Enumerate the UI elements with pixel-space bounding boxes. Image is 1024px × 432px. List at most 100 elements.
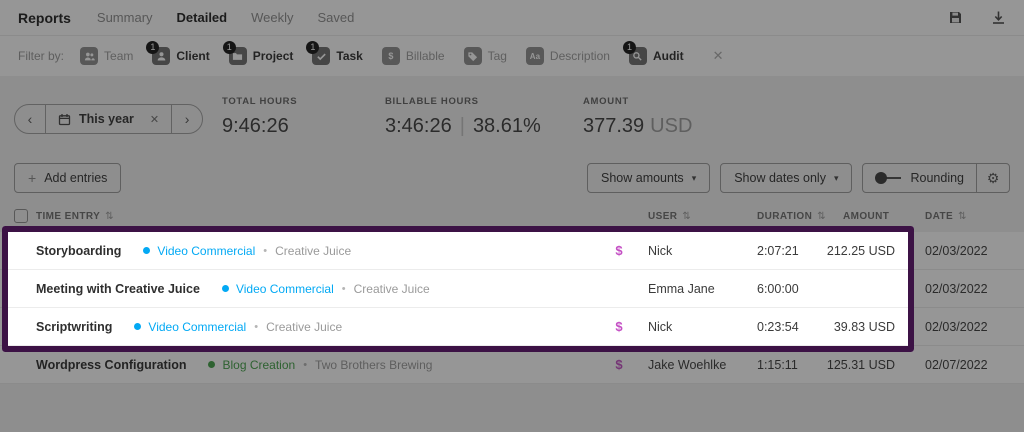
header-duration[interactable]: DURATION ⇅: [757, 202, 826, 232]
amount-label: AMOUNT: [583, 96, 629, 107]
download-icon[interactable]: [991, 10, 1006, 25]
billable-hours-time: 3:46:26: [385, 115, 452, 137]
tab-saved[interactable]: Saved: [318, 10, 355, 25]
filter-chip-label: Tag: [487, 49, 507, 63]
table-row[interactable]: Storyboarding Video Commercial • Creativ…: [0, 232, 1024, 270]
rounding-label: Rounding: [910, 171, 964, 185]
date-cell[interactable]: 02/03/2022: [925, 308, 988, 345]
rounding-control: Rounding ⚙: [862, 163, 1010, 193]
amount-number: 377.39: [583, 115, 645, 137]
amount-stat: AMOUNT 377.39 USD: [583, 96, 692, 138]
table-toolbar: + Add entries Show amounts ▾ Show dates …: [14, 163, 1010, 195]
header-amount-label: AMOUNT: [843, 211, 890, 222]
next-period-button[interactable]: ›: [172, 105, 202, 133]
select-all-checkbox[interactable]: [14, 209, 28, 223]
tab-weekly[interactable]: Weekly: [251, 10, 293, 25]
filter-count-badge: 1: [222, 41, 236, 54]
client-name: Creative Juice: [353, 281, 430, 296]
date-range-button[interactable]: This year ✕: [45, 105, 173, 133]
show-dates-label: Show dates only: [734, 171, 826, 185]
bullet-separator: •: [254, 320, 259, 333]
time-entry-cell: Wordpress Configuration Blog Creation • …: [36, 346, 432, 383]
page-title: Reports: [18, 9, 71, 26]
filter-chip-client[interactable]: 1 Client: [146, 41, 210, 65]
filter-by-label: Filter by:: [18, 49, 65, 63]
filter-chip-label: Task: [336, 49, 363, 63]
billable-indicator[interactable]: $: [608, 232, 630, 269]
project-color-dot: [143, 247, 151, 254]
total-hours-stat: TOTAL HOURS 9:46:26: [222, 96, 297, 138]
save-report-icon[interactable]: [948, 10, 963, 25]
filter-chip-label: Billable: [405, 49, 445, 63]
amount-currency: USD: [650, 115, 693, 137]
team-icon: [80, 47, 99, 65]
table-header: TIME ENTRY ⇅ USER ⇅ DURATION ⇅ AMOUNT DATE ⇅: [0, 202, 1024, 232]
rounding-toggle[interactable]: Rounding: [863, 164, 976, 192]
sort-icon: ⇅: [682, 211, 692, 222]
project-name: Blog Creation: [222, 357, 296, 372]
previous-period-button[interactable]: ‹: [15, 105, 45, 133]
project-name: Video Commercial: [148, 319, 247, 334]
table-row[interactable]: Wordpress Configuration Blog Creation • …: [0, 346, 1024, 384]
show-amounts-label: Show amounts: [601, 171, 684, 185]
filter-chip-tag[interactable]: Tag: [463, 47, 507, 65]
entry-name: Meeting with Creative Juice: [36, 281, 200, 296]
date-cell[interactable]: 02/03/2022: [925, 270, 988, 307]
date-range-picker: ‹ This year ✕ ›: [14, 104, 204, 134]
time-entry-table: Storyboarding Video Commercial • Creativ…: [0, 232, 1024, 384]
amount-cell: 212.25 USD: [826, 243, 895, 258]
entry-name: Scriptwriting: [36, 319, 113, 334]
show-amounts-dropdown[interactable]: Show amounts ▾: [587, 163, 711, 193]
filter-chip-task[interactable]: 1 Task: [306, 41, 363, 65]
user-cell: Nick: [648, 243, 673, 258]
project-color-dot: [134, 323, 142, 330]
summary-strip: ‹ This year ✕ › TOTAL HOURS 9:46:26 BILL…: [14, 96, 1010, 154]
date-range-label: This year: [79, 112, 134, 126]
table-row[interactable]: Meeting with Creative Juice Video Commer…: [0, 270, 1024, 308]
billable-indicator[interactable]: $: [608, 346, 630, 383]
client-name: Creative Juice: [266, 319, 343, 334]
header-user[interactable]: USER ⇅: [648, 202, 691, 232]
header-time-entry[interactable]: TIME ENTRY ⇅: [36, 202, 114, 232]
entry-name: Wordpress Configuration: [36, 357, 187, 372]
filter-chip-audit[interactable]: 1 Audit: [622, 41, 684, 65]
gear-icon: ⚙: [986, 169, 1000, 186]
top-nav: Reports Summary Detailed Weekly Saved: [0, 0, 1024, 36]
billable-indicator[interactable]: $: [608, 308, 630, 345]
filter-chip-project[interactable]: 1 Project: [222, 41, 293, 65]
amount-cell: [790, 270, 895, 307]
total-hours-value: 9:46:26: [222, 115, 289, 137]
reports-page: Reports Summary Detailed Weekly Saved Fi…: [0, 0, 1024, 432]
date-cell[interactable]: 02/03/2022: [925, 232, 988, 269]
billable-hours-stat: BILLABLE HOURS 3:46:26 | 38.61%: [385, 96, 541, 138]
project-color-dot: [208, 361, 216, 368]
filter-chip-team[interactable]: Team: [80, 47, 133, 65]
rounding-settings-button[interactable]: ⚙: [976, 164, 1009, 192]
clear-date-range-icon[interactable]: ✕: [150, 113, 159, 126]
project-tag[interactable]: Blog Creation: [208, 358, 295, 372]
filter-chip-billable[interactable]: $ Billable: [381, 47, 445, 65]
project-tag[interactable]: Video Commercial: [143, 244, 255, 258]
clear-filters-icon[interactable]: ✕: [713, 48, 724, 64]
billable-hours-value: 3:46:26 | 38.61%: [385, 115, 541, 138]
filter-chip-label: Client: [176, 49, 210, 63]
report-tabs: Summary Detailed Weekly Saved: [97, 10, 354, 25]
tab-detailed[interactable]: Detailed: [177, 10, 228, 25]
project-tag[interactable]: Video Commercial: [134, 320, 246, 334]
project-color-dot: [221, 285, 229, 292]
filter-chip-label: Description: [549, 49, 610, 63]
date-cell[interactable]: 02/07/2022: [925, 346, 988, 383]
header-date[interactable]: DATE ⇅: [925, 202, 967, 232]
time-entry-cell: Scriptwriting Video Commercial • Creativ…: [36, 308, 342, 345]
filter-chip-description[interactable]: Aa Description: [525, 47, 610, 65]
table-row[interactable]: Scriptwriting Video Commercial • Creativ…: [0, 308, 1024, 346]
project-tag[interactable]: Video Commercial: [221, 282, 334, 296]
billable-dollar-icon: $: [381, 47, 400, 65]
filter-bar: Filter by: Team 1 Client 1 Project 1 Tas…: [0, 36, 1024, 76]
bullet-separator: •: [263, 244, 268, 257]
add-entries-button[interactable]: + Add entries: [14, 163, 122, 193]
billable-indicator[interactable]: [608, 270, 630, 307]
tab-summary[interactable]: Summary: [97, 10, 153, 25]
show-dates-dropdown[interactable]: Show dates only ▾: [720, 163, 853, 193]
time-entry-cell: Storyboarding Video Commercial • Creativ…: [36, 232, 351, 269]
